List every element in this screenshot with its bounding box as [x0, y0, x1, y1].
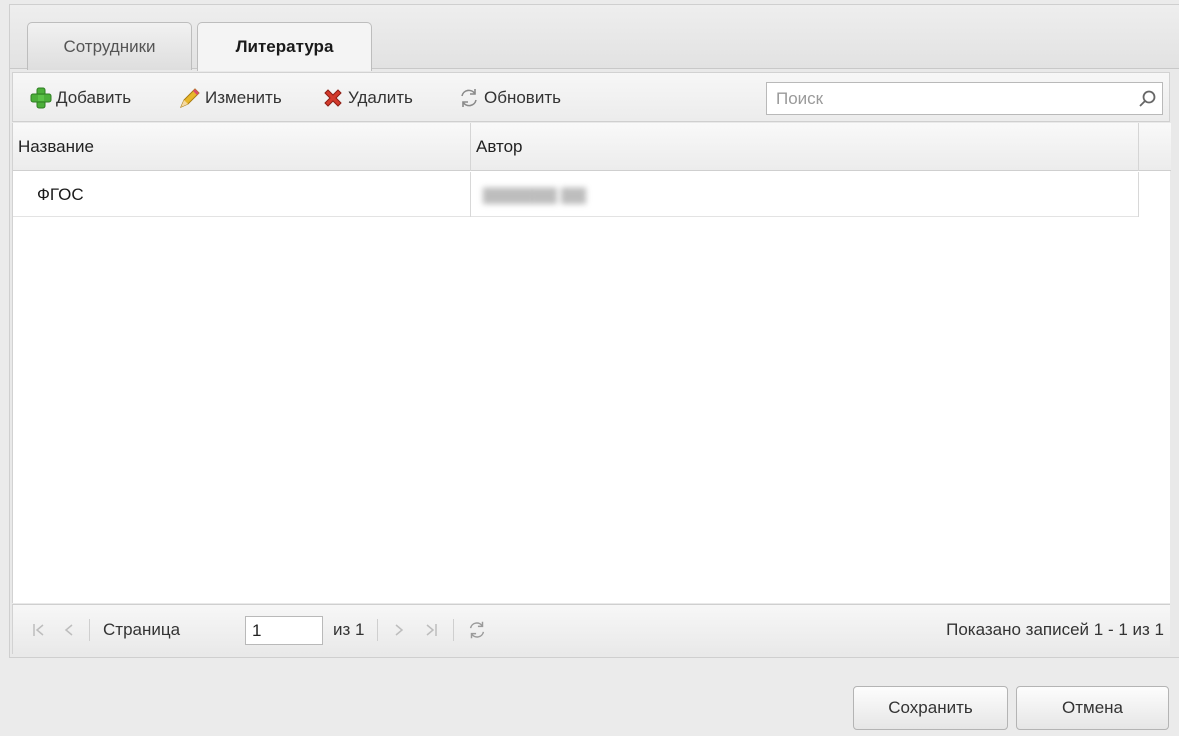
grid-toolbar: Добавить Изменить Удалить Обновить Поиск: [12, 72, 1170, 122]
paging-toolbar: Страница из 1 Показано записей 1 - 1 из …: [12, 604, 1170, 654]
search-icon[interactable]: [1134, 86, 1160, 112]
cell-name-text: ФГОС: [37, 184, 84, 204]
tab-employees[interactable]: Сотрудники: [27, 22, 192, 70]
search-input[interactable]: [767, 83, 1127, 114]
refresh-icon[interactable]: [465, 618, 489, 642]
page-label: Страница: [103, 620, 181, 639]
tab-employees-label: Сотрудники: [63, 36, 156, 56]
save-button-label: Сохранить: [888, 698, 973, 717]
refresh-icon: [457, 86, 481, 110]
page-number-input[interactable]: [245, 616, 323, 645]
prev-page-icon[interactable]: [57, 618, 81, 642]
cancel-button-label: Отмена: [1062, 698, 1123, 717]
search-field: [766, 82, 1163, 115]
literature-grid: Название Автор ФГОС ▇▇▇▇▇▇ ▇▇: [12, 123, 1171, 603]
add-icon: [29, 86, 53, 110]
tab-literature[interactable]: Литература: [197, 22, 372, 71]
tab-strip: Сотрудники Литература: [10, 5, 1179, 71]
table-row[interactable]: ФГОС ▇▇▇▇▇▇ ▇▇: [13, 172, 1139, 217]
cancel-button[interactable]: Отмена: [1016, 686, 1169, 730]
next-page-icon[interactable]: [387, 618, 411, 642]
edit-button[interactable]: Изменить: [178, 73, 282, 123]
paging-display-info: Показано записей 1 - 1 из 1: [946, 620, 1164, 639]
column-header-name[interactable]: Название: [13, 123, 471, 171]
refresh-button[interactable]: Обновить: [457, 73, 561, 123]
column-header-author-label: Автор: [476, 137, 523, 156]
column-header-author[interactable]: Автор: [471, 123, 1139, 171]
cell-author[interactable]: ▇▇▇▇▇▇ ▇▇: [471, 172, 1139, 217]
cell-name[interactable]: ФГОС: [13, 172, 471, 217]
first-page-icon[interactable]: [27, 618, 51, 642]
edit-label: Изменить: [205, 88, 282, 107]
dialog-window: Сотрудники Литература Добавить Изменить …: [0, 0, 1179, 736]
paging-separator: [377, 619, 378, 641]
refresh-label: Обновить: [484, 88, 561, 107]
add-label: Добавить: [56, 88, 132, 107]
column-header-name-label: Название: [18, 137, 94, 156]
tab-literature-label: Литература: [235, 37, 334, 56]
paging-separator: [89, 619, 90, 641]
paging-separator: [453, 619, 454, 641]
page-count-label: из 1: [333, 620, 365, 639]
column-header-spacer: [1139, 123, 1171, 171]
cell-author-text-blurred: ▇▇▇▇▇▇ ▇▇: [483, 186, 586, 204]
delete-button[interactable]: Удалить: [321, 73, 413, 123]
save-button[interactable]: Сохранить: [853, 686, 1008, 730]
edit-icon: [178, 86, 202, 110]
delete-label: Удалить: [348, 88, 413, 107]
delete-icon: [321, 86, 345, 110]
add-button[interactable]: Добавить: [29, 73, 131, 123]
grid-header: Название Автор: [13, 123, 1171, 171]
last-page-icon[interactable]: [419, 618, 443, 642]
